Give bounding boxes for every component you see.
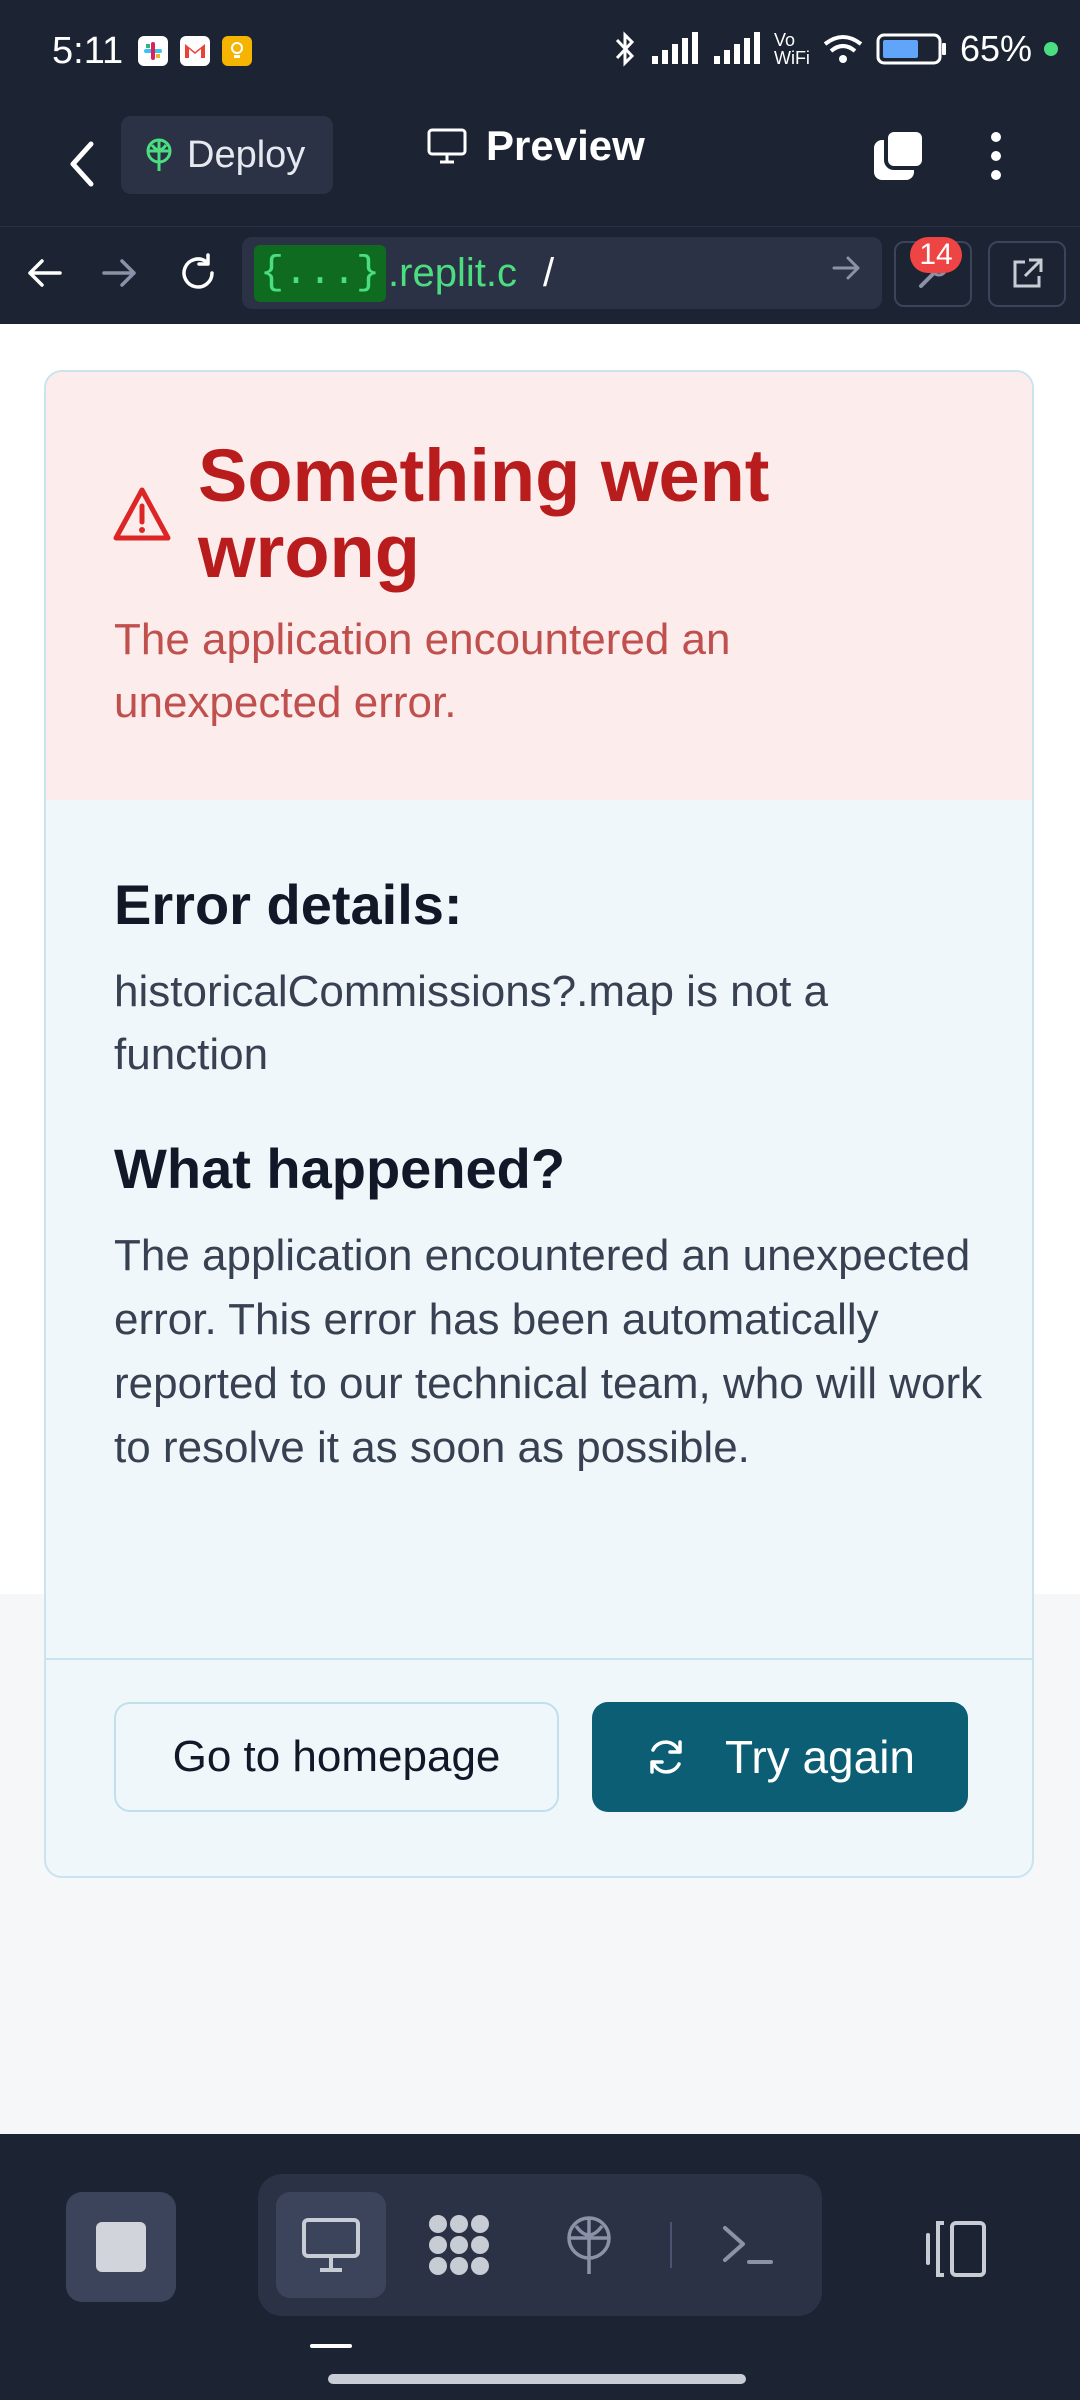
active-indicator [310, 2344, 352, 2348]
try-again-button[interactable]: Try again [592, 1702, 968, 1812]
battery-icon [876, 33, 946, 65]
stop-icon [96, 2222, 146, 2272]
bluetooth-icon [615, 31, 635, 67]
error-details-text: historicalCommissions?.map is not a func… [114, 967, 829, 1079]
error-title: Something went wrong [198, 434, 770, 593]
preview-label: Preview [486, 122, 645, 169]
vowifi-indicator: Vo WiFi [773, 30, 810, 68]
url-domain: .replit.c [388, 250, 517, 295]
signal-icon [651, 32, 698, 64]
deploy-icon [567, 2216, 611, 2274]
replit-bottom-bar [0, 2134, 1080, 2400]
deploy-label: Deploy [187, 133, 306, 176]
apps-grid-icon [429, 2215, 489, 2275]
dot [991, 151, 1001, 161]
error-count-badge: 14 [910, 237, 962, 273]
slack-icon [138, 36, 168, 66]
status-bar: 5:11 Vo WiFi 65% [0, 0, 1080, 110]
error-subtitle: The application encountered an unexpecte… [114, 615, 731, 727]
url-subdomain: {...} [254, 244, 387, 302]
divider [670, 2222, 672, 2268]
reload-button[interactable] [174, 249, 222, 297]
privacy-dot [1044, 42, 1058, 56]
replit-toolbar: Deploy Preview [0, 110, 1080, 226]
deploy-button[interactable]: Deploy [121, 116, 333, 194]
deployments-view-button[interactable] [534, 2192, 644, 2298]
terminal-icon [723, 2226, 773, 2264]
idea-bulb-icon [222, 36, 252, 66]
status-time: 5:11 [52, 30, 124, 72]
external-link-icon [1013, 258, 1043, 288]
status-right: Vo WiFi 65% [612, 28, 1058, 70]
gmail-icon [180, 36, 210, 66]
dot [991, 132, 1001, 142]
dot [991, 170, 1001, 180]
stop-button[interactable] [66, 2192, 176, 2302]
arrow-left-icon [28, 259, 62, 287]
what-happened-heading: What happened? [114, 1137, 566, 1200]
more-menu-button[interactable] [976, 126, 1016, 186]
error-card: Something went wrong The application enc… [44, 370, 1034, 1878]
warning-triangle-icon [113, 487, 171, 541]
monitor-icon [427, 128, 467, 164]
browser-forward-button[interactable] [96, 249, 144, 297]
go-arrow-icon[interactable] [832, 253, 862, 283]
arrow-right-icon [102, 259, 136, 287]
windows-stack-icon [874, 128, 926, 180]
error-header: Something went wrong The application enc… [46, 372, 1032, 800]
browser-back-button[interactable] [20, 249, 68, 297]
error-details-heading: Error details: [114, 873, 463, 936]
try-again-label: Try again [724, 1731, 916, 1783]
preview-view-button[interactable] [276, 2192, 386, 2298]
signal-icon-2 [713, 32, 760, 64]
preview-tab[interactable]: Preview [426, 122, 645, 170]
battery-percent: 65% [959, 28, 1032, 69]
refresh-icon [182, 253, 214, 289]
url-path: / [542, 250, 555, 295]
devtools-button[interactable]: 14 [894, 237, 972, 307]
divider [46, 1658, 1032, 1660]
home-indicator[interactable] [328, 2374, 746, 2384]
notification-icons [138, 36, 252, 66]
refresh-icon [650, 1740, 682, 1774]
browser-url-row: {...} .replit.c / 14 [0, 226, 1080, 324]
chevron-left-icon [70, 141, 94, 187]
open-new-tab-button[interactable] [988, 241, 1066, 307]
view-switcher [258, 2174, 822, 2316]
windows-button[interactable] [868, 126, 928, 186]
workspace-view-button[interactable] [404, 2192, 514, 2298]
go-to-homepage-button[interactable]: Go to homepage [114, 1702, 559, 1812]
url-input[interactable]: {...} .replit.c / [242, 237, 882, 309]
device-frame-icon [926, 2221, 986, 2277]
back-button[interactable] [52, 134, 112, 194]
monitor-icon [302, 2218, 360, 2272]
device-toggle-button[interactable] [916, 2214, 996, 2284]
deploy-icon [146, 138, 172, 171]
shell-view-button[interactable] [692, 2192, 802, 2298]
what-happened-text: The application encountered an unexpecte… [114, 1231, 983, 1472]
wifi-icon [823, 35, 863, 63]
